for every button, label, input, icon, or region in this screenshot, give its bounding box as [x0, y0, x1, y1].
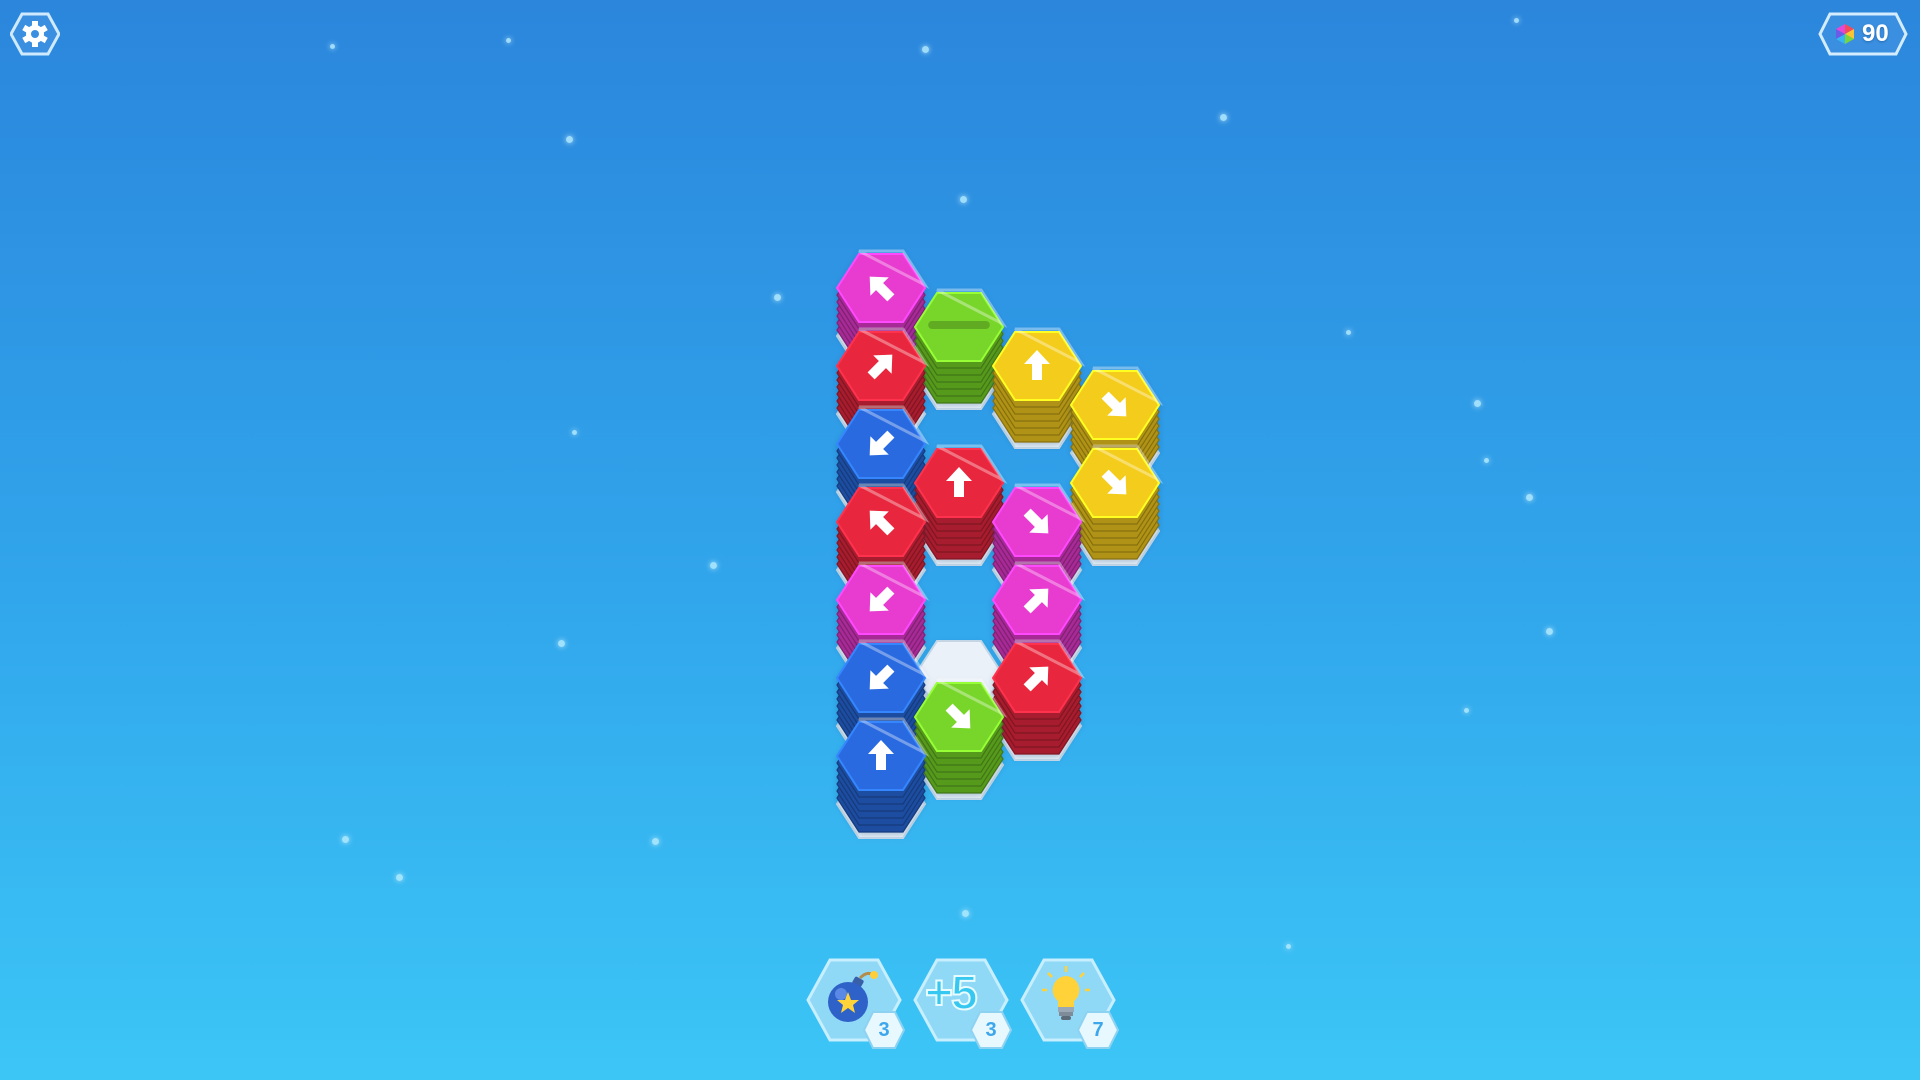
sparkle-dot: [1546, 628, 1553, 635]
sparkle-dot: [572, 430, 577, 435]
bomb-count: 3: [878, 1019, 890, 1041]
yellow-hex-stack[interactable]: [1069, 444, 1164, 560]
sparkle-dot: [710, 562, 717, 569]
hint-count-badge: 7: [1076, 1010, 1120, 1050]
yellow-hex-stack[interactable]: [991, 327, 1086, 443]
stack-groove: [928, 321, 990, 329]
bomb-count-badge: 3: [862, 1010, 906, 1050]
plus-five-count: 3: [985, 1019, 997, 1041]
red-hex-stack[interactable]: [991, 639, 1086, 755]
sparkle-dot: [922, 46, 929, 53]
plus-five-count-badge: 3: [969, 1010, 1013, 1050]
sparkle-dot: [342, 836, 349, 843]
sparkle-dot: [774, 294, 781, 301]
sparkle-dot: [330, 44, 335, 49]
sparkle-dot: [1220, 114, 1227, 121]
hint-count: 7: [1092, 1019, 1104, 1041]
green-hex-stack[interactable]: [913, 288, 1008, 404]
sparkle-dot: [396, 874, 403, 881]
sparkle-dot: [962, 910, 969, 917]
currency-amount: 90: [1862, 20, 1889, 47]
green-hex-stack[interactable]: [913, 678, 1008, 794]
plus-five-powerup-button[interactable]: +5 3: [913, 952, 1013, 1049]
sparkle-dot: [1474, 400, 1481, 407]
blue-hex-stack[interactable]: [835, 717, 930, 833]
sparkle-dot: [566, 136, 573, 143]
sparkle-dot: [1346, 330, 1351, 335]
game-board: [835, 249, 1164, 839]
sparkle-dot: [1286, 944, 1291, 949]
sparkle-dot: [506, 38, 511, 43]
sparkle-dot: [1514, 18, 1519, 23]
currency-counter[interactable]: 90: [1818, 12, 1908, 56]
red-hex-stack[interactable]: [913, 444, 1008, 560]
bomb-powerup-button[interactable]: 3: [806, 952, 906, 1049]
sparkle-dot: [960, 196, 967, 203]
rainbow-gem-icon: [1836, 24, 1854, 44]
sparkle-dot: [1464, 708, 1469, 713]
gear-icon: [10, 12, 60, 56]
sparkle-dot: [1484, 458, 1489, 463]
sparkle-dot: [558, 640, 565, 647]
hint-powerup-button[interactable]: 7: [1020, 952, 1120, 1049]
settings-button[interactable]: [10, 12, 60, 56]
sparkle-dot: [652, 838, 659, 845]
sparkle-dot: [1526, 494, 1533, 501]
